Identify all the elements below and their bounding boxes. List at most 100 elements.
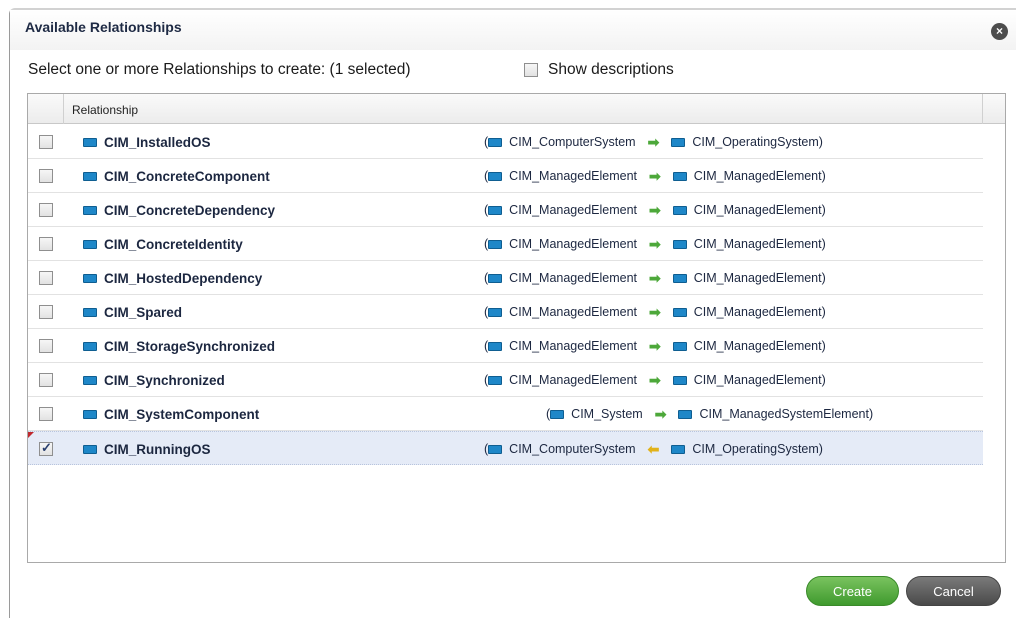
class-icon <box>672 171 687 181</box>
target-class: CIM_OperatingSystem <box>692 135 819 149</box>
target-class: CIM_ManagedElement <box>693 169 822 183</box>
relationship-name: CIM_RunningOS <box>83 442 211 457</box>
class-icon <box>83 308 97 317</box>
class-icon <box>83 138 97 147</box>
class-icon <box>488 341 503 351</box>
arrow-right-icon: ➡ <box>649 236 661 252</box>
relationship-endpoints: ( CIM_ManagedElement ➡ CIM_ManagedElement … <box>484 169 826 183</box>
class-icon <box>83 376 97 385</box>
class-icon <box>550 409 565 419</box>
relationship-name: CIM_SystemComponent <box>83 407 259 422</box>
row-checkbox[interactable] <box>39 305 53 319</box>
row-checkbox[interactable] <box>39 440 53 456</box>
relationship-name-text: CIM_RunningOS <box>104 442 211 457</box>
class-icon <box>83 445 97 454</box>
table-body: CIM_InstalledOS ( CIM_ComputerSystem ➡ CIM_… <box>28 125 983 465</box>
class-icon <box>488 205 503 215</box>
source-class: CIM_System <box>571 407 643 421</box>
show-descriptions-option[interactable]: Show descriptions <box>524 61 674 79</box>
class-icon <box>488 444 503 454</box>
row-checkbox[interactable] <box>39 203 53 217</box>
class-icon <box>83 240 97 249</box>
class-icon <box>83 206 97 215</box>
column-header-relationship[interactable]: Relationship <box>72 103 138 117</box>
table-row[interactable]: CIM_ConcreteIdentity( CIM_ManagedElement… <box>28 227 983 261</box>
relationship-name: CIM_InstalledOS <box>83 135 211 150</box>
relationship-endpoints: ( CIM_ComputerSystem ➡ CIM_OperatingSystem… <box>484 135 823 149</box>
arrow-right-icon: ➡ <box>649 304 661 320</box>
relationship-name: CIM_HostedDependency <box>83 271 262 286</box>
class-icon <box>678 409 693 419</box>
relationship-endpoints: ( CIM_System ➡ CIM_ManagedSystemElement ) <box>546 407 873 421</box>
close-paren: ) <box>818 135 823 149</box>
arrow-right-icon: ➡ <box>649 168 661 184</box>
relationship-name-text: CIM_ConcreteDependency <box>104 203 276 218</box>
target-class: CIM_ManagedElement <box>693 271 822 285</box>
relationships-table: Relationship CIM_InstalledOS ( CIM_Comput… <box>27 93 1006 563</box>
relationship-name-text: CIM_StorageSynchronized <box>104 339 276 354</box>
row-checkbox[interactable] <box>39 169 53 183</box>
table-row[interactable]: CIM_Synchronized ( CIM_ManagedElement ➡ CIM… <box>28 363 983 397</box>
relationship-endpoints: ( CIM_ManagedElement ➡ CIM_ManagedElement … <box>484 373 826 387</box>
relationship-name-text: CIM_HostedDependency <box>104 271 263 286</box>
table-row[interactable]: CIM_HostedDependency ( CIM_ManagedElement… <box>28 261 983 295</box>
close-paren: ) <box>818 442 823 456</box>
source-class: CIM_ManagedElement <box>509 339 638 353</box>
class-icon <box>672 239 687 249</box>
relationship-name-text: CIM_Spared <box>104 305 183 320</box>
source-class: CIM_ManagedElement <box>509 271 638 285</box>
relationship-name: CIM_StorageSynchronized <box>83 339 275 354</box>
row-checkbox[interactable] <box>39 339 53 353</box>
table-row[interactable]: CIM_ConcreteComponent( CIM_ManagedElemen… <box>28 159 983 193</box>
close-paren: ) <box>821 169 826 183</box>
row-checkbox[interactable] <box>39 135 53 149</box>
class-icon <box>83 410 97 419</box>
row-checkbox[interactable] <box>39 237 53 251</box>
close-paren: ) <box>821 203 826 217</box>
close-paren: ) <box>821 339 826 353</box>
source-class: CIM_ManagedElement <box>509 203 638 217</box>
class-icon <box>83 172 97 181</box>
class-icon <box>488 375 503 385</box>
dialog-title: Available Relationships <box>25 19 182 35</box>
class-icon <box>488 239 503 249</box>
relationship-name-text: CIM_ConcreteIdentity <box>104 237 243 252</box>
relationship-name: CIM_ConcreteIdentity <box>83 237 243 252</box>
close-icon[interactable]: × <box>991 23 1008 40</box>
row-checkbox[interactable] <box>39 271 53 285</box>
close-paren: ) <box>821 271 826 285</box>
relationship-name: CIM_ConcreteComponent <box>83 169 270 184</box>
source-class: CIM_ComputerSystem <box>509 442 636 456</box>
relationship-endpoints: ( CIM_ComputerSystem ⬅ CIM_OperatingSystem… <box>484 442 823 456</box>
cancel-button[interactable]: Cancel <box>906 576 1001 606</box>
create-button[interactable]: Create <box>806 576 899 606</box>
show-descriptions-checkbox[interactable] <box>524 63 538 77</box>
row-checkbox[interactable] <box>39 373 53 387</box>
relationship-endpoints: ( CIM_ManagedElement ➡ CIM_ManagedElement … <box>484 271 826 285</box>
arrow-right-icon: ➡ <box>649 338 661 354</box>
table-row[interactable]: CIM_RunningOS( CIM_ComputerSystem⬅CIM_Op… <box>28 431 983 465</box>
instructions-text: Select one or more Relationships to crea… <box>28 61 411 78</box>
arrow-left-icon: ⬅ <box>647 441 660 457</box>
relationship-name-text: CIM_ConcreteComponent <box>104 169 270 184</box>
available-relationships-dialog: Available Relationships × Select one or … <box>0 0 1016 618</box>
table-row[interactable]: CIM_Spared( CIM_ManagedElement ➡ CIM_Manag… <box>28 295 983 329</box>
close-paren: ) <box>821 373 826 387</box>
relationship-name: CIM_ConcreteDependency <box>83 203 275 218</box>
class-icon <box>672 273 687 283</box>
relationship-endpoints: ( CIM_ManagedElement ➡ CIM_ManagedElement … <box>484 305 826 319</box>
class-icon <box>672 375 687 385</box>
arrow-right-icon: ➡ <box>649 202 661 218</box>
table-row[interactable]: CIM_SystemComponent ( CIM_System ➡ CIM_Mana… <box>28 397 983 431</box>
source-class: CIM_ManagedElement <box>509 305 638 319</box>
table-row[interactable]: CIM_ConcreteDependency( CIM_ManagedEleme… <box>28 193 983 227</box>
row-checkbox[interactable] <box>39 407 53 421</box>
class-icon <box>83 342 97 351</box>
target-class: CIM_ManagedElement <box>693 373 822 387</box>
table-row[interactable]: CIM_InstalledOS ( CIM_ComputerSystem ➡ CIM_… <box>28 125 983 159</box>
target-class: CIM_ManagedElement <box>693 339 822 353</box>
table-row[interactable]: CIM_StorageSynchronized( CIM_ManagedElem… <box>28 329 983 363</box>
relationship-name-text: CIM_Synchronized <box>104 373 225 388</box>
table-header: Relationship <box>28 94 1005 124</box>
source-class: CIM_ComputerSystem <box>509 135 636 149</box>
